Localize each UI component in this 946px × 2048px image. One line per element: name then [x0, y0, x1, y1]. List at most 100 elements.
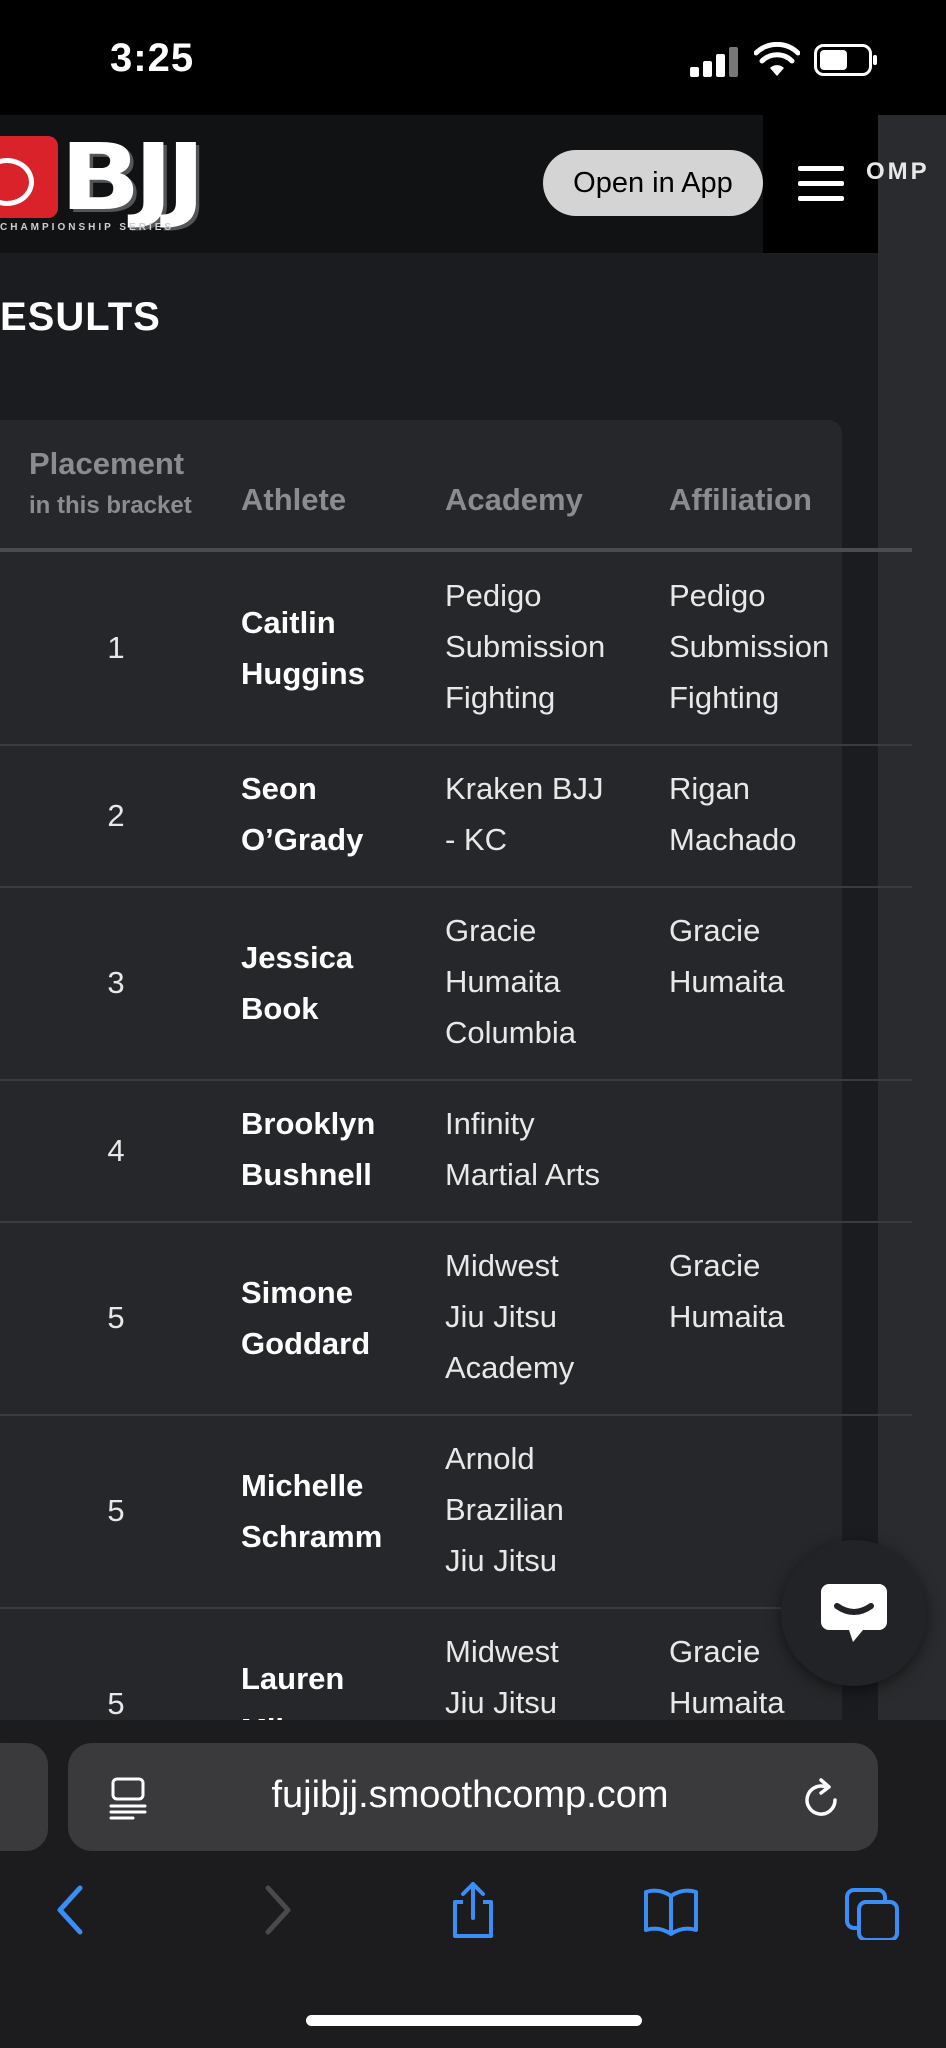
table-row[interactable]: 5 Michelle Schramm Arnold Brazilian Jiu … — [0, 1416, 912, 1609]
affiliation-cell: Pedigo Submission Fighting — [669, 570, 869, 723]
affiliation-line: Humaita — [669, 1299, 785, 1334]
athlete-name[interactable]: Simone Goddard — [241, 1267, 421, 1369]
athlete-first-name: Caitlin — [241, 605, 336, 640]
bookmarks-icon[interactable] — [643, 1880, 699, 1940]
affiliation-line: Rigan — [669, 771, 750, 806]
table-row[interactable]: 2 Seon O’Grady Kraken BJJ - KC Rigan Mac… — [0, 746, 912, 888]
athlete-first-name: Simone — [241, 1275, 353, 1310]
academy-line: Midwest — [445, 1634, 559, 1669]
back-icon[interactable] — [44, 1880, 100, 1940]
placement-cell: 3 — [107, 965, 125, 1000]
academy-line: Submission — [445, 629, 606, 664]
affiliation-line: Fighting — [669, 680, 780, 715]
academy-line: Jiu Jitsu — [445, 1299, 557, 1334]
academy-line: Academy — [445, 1350, 575, 1385]
table-header: Placement in this bracket Athlete Academ… — [0, 420, 912, 552]
table-row[interactable]: 4 Brooklyn Bushnell Infinity Martial Art… — [0, 1081, 912, 1223]
placement-cell: 2 — [107, 798, 125, 833]
academy-cell: Gracie Humaita Columbia — [445, 905, 645, 1058]
athlete-last-name: Schramm — [241, 1519, 383, 1554]
column-header-placement[interactable]: Placement — [29, 446, 184, 482]
academy-line: - KC — [445, 822, 507, 857]
affiliation-line: Pedigo — [669, 578, 766, 613]
affiliation-line: Gracie — [669, 913, 761, 948]
athlete-name[interactable]: Lauren Mil... — [241, 1653, 421, 1720]
athlete-name[interactable]: Jessica Book — [241, 932, 421, 1034]
side-header-text: OMP — [866, 158, 930, 185]
logo-subtitle: CHAMPIONSHIP SERIES — [0, 222, 175, 233]
open-in-app-button[interactable]: Open in App — [543, 150, 763, 216]
academy-line: Fighting — [445, 680, 556, 715]
previous-tab-pill[interactable] — [0, 1743, 48, 1851]
athlete-name[interactable]: Michelle Schramm — [241, 1460, 421, 1562]
table-row[interactable]: 3 Jessica Book Gracie Humaita Columbia G… — [0, 888, 912, 1081]
academy-cell: Arnold Brazilian Jiu Jitsu — [445, 1433, 645, 1586]
athlete-last-name: Bushnell — [241, 1157, 372, 1192]
academy-line: Martial Arts — [445, 1157, 601, 1192]
athlete-last-name: Goddard — [241, 1326, 371, 1361]
academy-cell: Infinity Martial Arts — [445, 1098, 645, 1200]
academy-line: Midwest — [445, 1248, 559, 1283]
cellular-signal-icon — [690, 47, 738, 77]
column-header-athlete[interactable]: Athlete — [241, 482, 346, 518]
athlete-first-name: Jessica — [241, 940, 354, 975]
athlete-first-name: Seon — [241, 771, 317, 806]
academy-cell: Pedigo Submission Fighting — [445, 570, 645, 723]
athlete-first-name: Michelle — [241, 1468, 364, 1503]
academy-line: Pedigo — [445, 578, 542, 613]
affiliation-cell: Gracie Humaita — [669, 1240, 869, 1342]
placement-cell: 4 — [107, 1133, 125, 1168]
academy-cell: Midwest Jiu Jitsu Academy — [445, 1240, 645, 1393]
battery-icon — [814, 44, 877, 76]
bjj-logo[interactable]: BJJ CHAMPIONSHIP SERIES — [0, 124, 240, 238]
wifi-icon — [754, 42, 800, 76]
placement-cell: 5 — [107, 1493, 125, 1528]
tabs-icon[interactable] — [845, 1880, 901, 1940]
athlete-last-name: Mil... — [241, 1704, 421, 1720]
table-row[interactable]: 1 Caitlin Huggins Pedigo Submission Figh… — [0, 553, 912, 746]
athlete-name[interactable]: Caitlin Huggins — [241, 597, 421, 699]
chat-bubble-icon — [821, 1584, 887, 1642]
share-icon[interactable] — [445, 1880, 501, 1940]
url-text[interactable]: fujibjj.smoothcomp.com — [200, 1774, 740, 1817]
home-indicator[interactable] — [306, 2015, 642, 2026]
column-header-academy[interactable]: Academy — [445, 482, 583, 518]
academy-line: Gracie — [445, 913, 537, 948]
academy-line: Jiu Jitsu — [445, 1685, 557, 1720]
athlete-last-name: Book — [241, 991, 319, 1026]
affiliation-line: Humaita — [669, 964, 785, 999]
academy-line: Jiu Jitsu — [445, 1543, 557, 1578]
column-header-affiliation[interactable]: Affiliation — [669, 482, 812, 518]
placement-cell: 5 — [107, 1300, 125, 1335]
athlete-name[interactable]: Seon O’Grady — [241, 763, 421, 865]
placement-cell: 1 — [107, 630, 125, 665]
academy-line: Infinity — [445, 1106, 535, 1141]
placement-cell: 5 — [107, 1686, 125, 1720]
academy-line: Brazilian — [445, 1492, 564, 1527]
academy-line: Humaita — [445, 964, 561, 999]
athlete-first-name: Lauren — [241, 1661, 345, 1696]
table-row[interactable]: 5 Simone Goddard Midwest Jiu Jitsu Acade… — [0, 1223, 912, 1416]
hamburger-menu-icon[interactable] — [798, 166, 844, 202]
column-header-placement-sub: in this bracket — [29, 492, 192, 519]
affiliation-line: Submission — [669, 629, 830, 664]
logo-text: BJJ — [60, 124, 206, 231]
academy-cell: Midwest Jiu Jitsu — [445, 1626, 645, 1720]
athlete-first-name: Brooklyn — [241, 1106, 376, 1141]
affiliation-cell: Rigan Machado — [669, 763, 869, 865]
affiliation-cell: Gracie Humaita — [669, 905, 869, 1007]
academy-line: Kraken BJJ — [445, 771, 604, 806]
forward-icon[interactable] — [248, 1880, 304, 1940]
athlete-last-name: Huggins — [241, 656, 365, 691]
academy-line: Columbia — [445, 1015, 576, 1050]
academy-cell: Kraken BJJ - KC — [445, 763, 645, 865]
reload-icon[interactable] — [802, 1776, 844, 1820]
athlete-last-name: O’Grady — [241, 822, 364, 857]
affiliation-line: Gracie — [669, 1248, 761, 1283]
reader-mode-icon[interactable] — [108, 1776, 148, 1820]
chat-button[interactable] — [781, 1540, 927, 1686]
logo-mark-icon — [0, 136, 58, 218]
table-row[interactable]: 5 Lauren Mil... Midwest Jiu Jitsu Gracie… — [0, 1609, 912, 1720]
athlete-name[interactable]: Brooklyn Bushnell — [241, 1098, 421, 1200]
academy-line: Arnold — [445, 1441, 535, 1476]
